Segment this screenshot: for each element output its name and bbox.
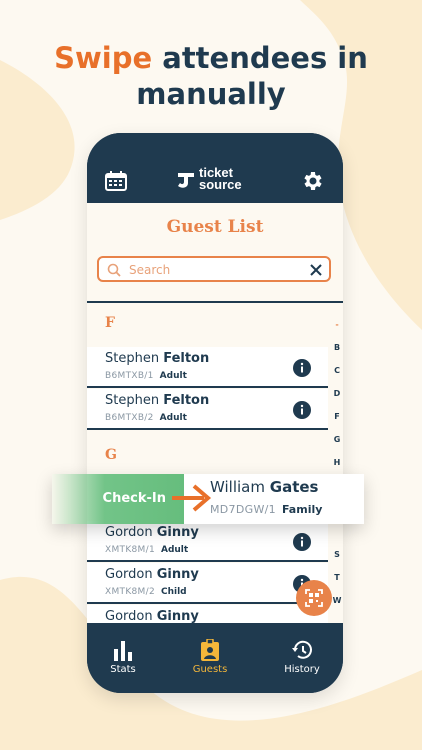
nav-stats-label: Stats — [110, 664, 136, 675]
close-icon[interactable] — [309, 263, 323, 277]
alpha-letter[interactable]: D — [331, 382, 343, 405]
page-title: Guest List — [166, 217, 264, 237]
gear-icon[interactable] — [301, 169, 325, 193]
nav-guests-label: Guests — [192, 664, 228, 675]
alpha-letter[interactable]: S — [331, 543, 343, 566]
headline-line2: manually — [136, 77, 286, 111]
alpha-letter[interactable]: T — [331, 566, 343, 589]
nav-stats[interactable]: Stats — [88, 639, 158, 675]
info-icon[interactable] — [293, 533, 311, 551]
guest-name: Gordon Ginny — [105, 525, 199, 540]
alpha-letter[interactable]: - — [331, 313, 343, 336]
headline: Swipe attendees in manually — [0, 40, 422, 112]
calendar-icon[interactable] — [105, 171, 127, 191]
info-icon[interactable] — [293, 401, 311, 419]
alpha-letter[interactable]: G — [331, 428, 343, 451]
guest-name: Gordon Ginny — [105, 609, 199, 623]
alphabet-index[interactable]: - B C D F G H S T W — [331, 313, 343, 612]
list-divider — [87, 301, 343, 303]
search-input[interactable] — [127, 260, 311, 280]
search-bar[interactable] — [97, 256, 331, 282]
nav-guests[interactable]: Guests — [175, 639, 245, 675]
bar-chart-icon — [114, 641, 132, 661]
guest-list-screen: Guest List F Stephen Felton B6MTXB/1Adul… — [87, 203, 343, 623]
qr-scan-icon — [305, 589, 323, 607]
guest-row[interactable]: Gordon Ginny XMTK8M/1 Adult — [87, 521, 328, 562]
guest-ticket: XMTK8M/2 Child — [105, 587, 187, 597]
guest-ticket: B6MTXB/2 Adult — [105, 413, 187, 423]
headline-accent: Swipe — [54, 41, 153, 75]
badge-icon — [201, 639, 219, 661]
headline-rest: attendees in — [162, 41, 368, 75]
guest-name: William Gates — [210, 478, 319, 496]
nav-history[interactable]: History — [267, 639, 337, 675]
alpha-letter[interactable]: C — [331, 359, 343, 382]
check-in-action[interactable]: Check-In — [52, 474, 184, 524]
arrow-right-icon — [172, 484, 212, 512]
guest-row[interactable]: Gordon Ginny XMTK8M/2 Child — [87, 563, 328, 604]
alpha-letter[interactable]: F — [331, 405, 343, 428]
search-icon — [107, 263, 121, 277]
logo-line2: source — [199, 177, 242, 192]
guest-ticket: B6MTXB/1 Adult — [105, 371, 187, 381]
guest-name: Stephen Felton — [105, 393, 210, 408]
guest-row[interactable]: Gordon Ginny — [87, 605, 328, 623]
swiped-guest-row[interactable]: Check-In William Gates MD7DGW/1 Family — [52, 474, 364, 524]
guest-row[interactable]: Stephen Felton B6MTXB/1 Adult — [87, 347, 328, 388]
bottom-nav: Stats Guests History — [87, 623, 343, 693]
qr-scan-button[interactable] — [296, 580, 332, 616]
info-icon[interactable] — [293, 359, 311, 377]
guest-name: Gordon Ginny — [105, 567, 199, 582]
app-header: ticket source — [87, 133, 343, 203]
guest-name: Stephen Felton — [105, 351, 210, 366]
nav-history-label: History — [284, 664, 320, 675]
guest-ticket: MD7DGW/1 Family — [210, 503, 323, 516]
phone-frame: ticket source Guest List F Stephen Felto… — [87, 133, 343, 693]
alpha-letter[interactable]: B — [331, 336, 343, 359]
ticketsource-logo: ticket source — [175, 166, 265, 194]
history-icon — [292, 640, 312, 659]
logo-mark-icon — [178, 173, 194, 188]
guest-row[interactable]: Stephen Felton B6MTXB/2 Adult — [87, 389, 328, 430]
guest-ticket: XMTK8M/1 Adult — [105, 545, 189, 555]
section-header-f: F — [105, 315, 115, 331]
alpha-letter[interactable]: W — [331, 589, 343, 612]
section-header-g: G — [105, 447, 117, 463]
alpha-letter[interactable]: H — [331, 451, 343, 474]
